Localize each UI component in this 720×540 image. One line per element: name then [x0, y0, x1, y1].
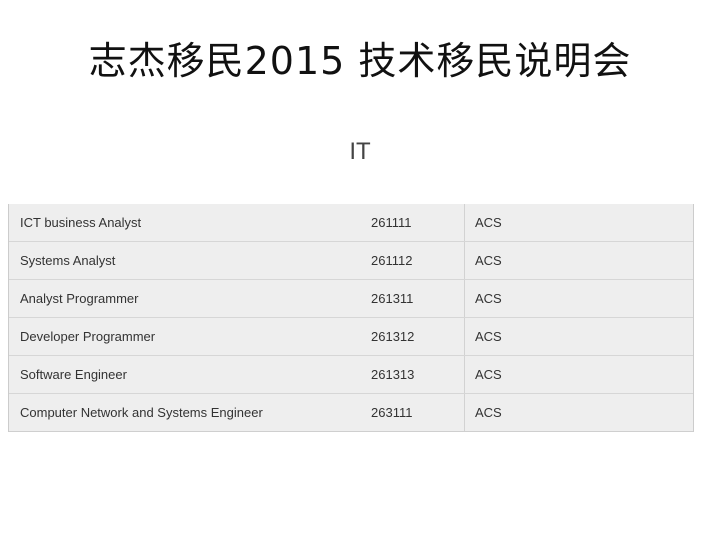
- table-row: Developer Programmer 261312 ACS: [9, 317, 693, 356]
- occupation-table: ICT business Analyst 261111 ACS Systems …: [9, 204, 693, 432]
- table-row: Computer Network and Systems Engineer 26…: [9, 393, 693, 432]
- occupation-cell: Computer Network and Systems Engineer: [9, 393, 360, 432]
- slide-title: 志杰移民2015 技术移民说明会: [88, 39, 632, 83]
- slide-subtitle: IT: [349, 138, 371, 165]
- code-cell: 263111: [360, 393, 465, 432]
- assessing-body-cell: ACS: [464, 241, 693, 280]
- occupation-table-container: ICT business Analyst 261111 ACS Systems …: [8, 204, 694, 432]
- code-cell: 261313: [360, 355, 465, 394]
- occupation-cell: ICT business Analyst: [9, 204, 360, 242]
- assessing-body-cell: ACS: [464, 355, 693, 394]
- table-row: Software Engineer 261313 ACS: [9, 355, 693, 394]
- occupation-cell: Software Engineer: [9, 355, 360, 394]
- slide: 志杰移民2015 技术移民说明会 IT ICT business Analyst…: [0, 0, 720, 540]
- code-cell: 261311: [360, 279, 465, 318]
- table-row: Systems Analyst 261112 ACS: [9, 241, 693, 280]
- table-row: ICT business Analyst 261111 ACS: [9, 204, 693, 242]
- code-cell: 261312: [360, 317, 465, 356]
- occupation-cell: Systems Analyst: [9, 241, 360, 280]
- occupation-cell: Analyst Programmer: [9, 279, 360, 318]
- code-cell: 261111: [360, 204, 465, 242]
- code-cell: 261112: [360, 241, 465, 280]
- assessing-body-cell: ACS: [464, 393, 693, 432]
- occupation-cell: Developer Programmer: [9, 317, 360, 356]
- assessing-body-cell: ACS: [464, 279, 693, 318]
- assessing-body-cell: ACS: [464, 204, 693, 242]
- assessing-body-cell: ACS: [464, 317, 693, 356]
- table-row: Analyst Programmer 261311 ACS: [9, 279, 693, 318]
